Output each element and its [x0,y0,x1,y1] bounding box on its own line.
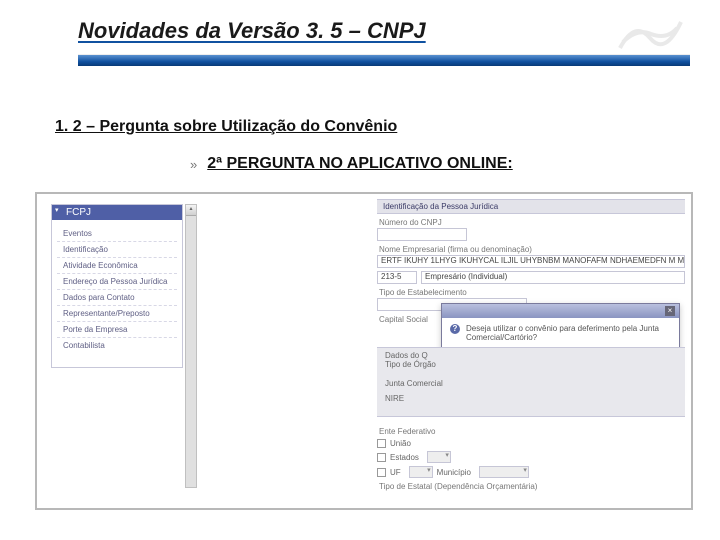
select-estados[interactable] [427,451,451,463]
sidebar-item-contato[interactable]: Dados para Contato [57,290,177,306]
form-section-dados: Dados do Q Tipo de Órgão Junta Comercial… [377,347,685,417]
label-tipo-estatal: Tipo de Estatal (Dependência Orçamentári… [377,482,685,491]
scrollbar-vertical[interactable]: ▴ [185,204,197,488]
sidebar-item-eventos[interactable]: Eventos [57,226,177,242]
checkbox-label-estados: Estados [390,453,419,462]
checkbox-label-municipio: Município [437,468,471,477]
label-dados: Dados do Q [383,351,428,360]
sidebar-nav: FCPJ Eventos Identificação Atividade Eco… [51,204,183,368]
close-icon[interactable]: × [665,306,675,316]
question-icon: ? [450,324,460,334]
dialog-message: Deseja utilizar o convênio para deferime… [466,324,671,342]
select-uf[interactable] [409,466,433,478]
sidebar-item-endereco[interactable]: Endereço da Pessoa Jurídica [57,274,177,290]
checkbox-uf[interactable] [377,468,386,477]
select-municipio[interactable] [479,466,529,478]
form-section-ident: Identificação da Pessoa Jurídica [377,199,685,214]
checkbox-estados[interactable] [377,453,386,462]
sidebar-item-contabilista[interactable]: Contabilista [57,338,177,353]
sidebar-item-atividade[interactable]: Atividade Econômica [57,258,177,274]
input-natureza-code[interactable]: 213-5 [377,271,417,284]
sidebar-item-identificacao[interactable]: Identificação [57,242,177,258]
input-cnpj[interactable] [377,228,467,241]
app-screenshot-frame: FCPJ Eventos Identificação Atividade Eco… [35,192,693,510]
title-accent-bar [78,54,690,66]
label-cnpj: Número do CNPJ [377,218,685,227]
value-junta: Junta Comercial [383,379,443,388]
sidebar-item-porte[interactable]: Porte da Empresa [57,322,177,338]
label-tipo-estab: Tipo de Estabelecimento [377,288,685,297]
checkbox-uniao[interactable] [377,439,386,448]
form-panel: Identificação da Pessoa Jurídica Número … [377,199,685,500]
bullet-aquo-icon: » [190,157,197,172]
input-natureza-desc[interactable]: Empresário (Individual) [421,271,685,284]
sidebar-header[interactable]: FCPJ [52,205,182,220]
section-heading: 1. 2 – Pergunta sobre Utilização do Conv… [55,118,397,136]
input-nome[interactable]: ERTF IKUHY 1LHYG IKUHYCAL ILJIL UHYBNBM … [377,255,685,268]
sidebar-item-representante[interactable]: Representante/Preposto [57,306,177,322]
subsection-title: 2ª PERGUNTA NO APLICATIVO ONLINE: [207,155,512,173]
checkbox-label-uniao: União [390,439,411,448]
label-orgao: Tipo de Órgão [383,360,436,369]
label-nome: Nome Empresarial (firma ou denominação) [377,245,685,254]
scroll-up-icon[interactable]: ▴ [186,205,196,216]
label-ente: Ente Federativo [377,427,685,436]
subsection-row: » 2ª PERGUNTA NO APLICATIVO ONLINE: [190,155,513,173]
checkbox-label-uf: UF [390,468,401,477]
page-title: Novidades da Versão 3. 5 – CNPJ [78,18,426,44]
dialog-titlebar[interactable]: × [442,304,679,318]
label-nire: NIRE [383,394,404,403]
agency-logo [615,10,685,52]
